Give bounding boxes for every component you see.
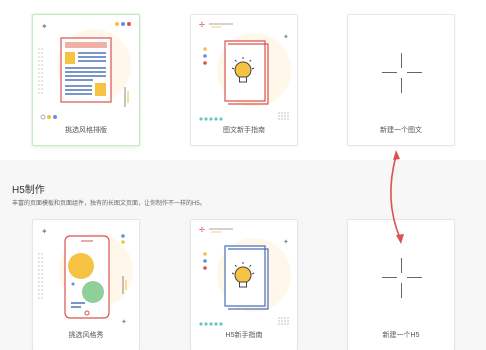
plus-icon (382, 258, 422, 298)
svg-text:✦: ✦ (283, 33, 289, 41)
choose-style-show-card[interactable]: ✦ ✦ 挑选风格秀 (32, 219, 140, 350)
choose-style-layout-card[interactable]: ✦ 挑选风格排版 (32, 14, 140, 146)
svg-text:✦: ✦ (283, 238, 289, 246)
svg-text:✦: ✦ (121, 318, 127, 326)
h5-section-title: H5制作 (12, 185, 45, 196)
svg-text:✦: ✦ (41, 227, 48, 236)
card-label: 新建一个H5 (382, 332, 420, 339)
card-label: 图文新手指南 (223, 127, 265, 134)
h5-section-description: 丰富的页面模板和页面组件，独有的长图文页面，让你制作不一样的H5。 (12, 201, 206, 207)
card-label: 挑选风格秀 (68, 332, 104, 339)
svg-text:✦: ✦ (41, 22, 48, 31)
card-label: 新建一个图文 (380, 127, 422, 134)
h5-beginner-guide-card[interactable]: ✢ ✦ H5新手指南 (190, 219, 298, 350)
graphic-beginner-guide-card[interactable]: ✢ ✦ 图文新手指南 (190, 14, 298, 146)
svg-text:✢: ✢ (199, 21, 205, 29)
card-label: H5新手指南 (225, 332, 263, 339)
svg-text:✢: ✢ (199, 226, 205, 234)
plus-icon (382, 53, 422, 93)
card-label: 挑选风格排版 (65, 127, 107, 134)
new-h5-card[interactable]: 新建一个H5 (347, 219, 455, 350)
new-graphic-card[interactable]: 新建一个图文 (347, 14, 455, 146)
